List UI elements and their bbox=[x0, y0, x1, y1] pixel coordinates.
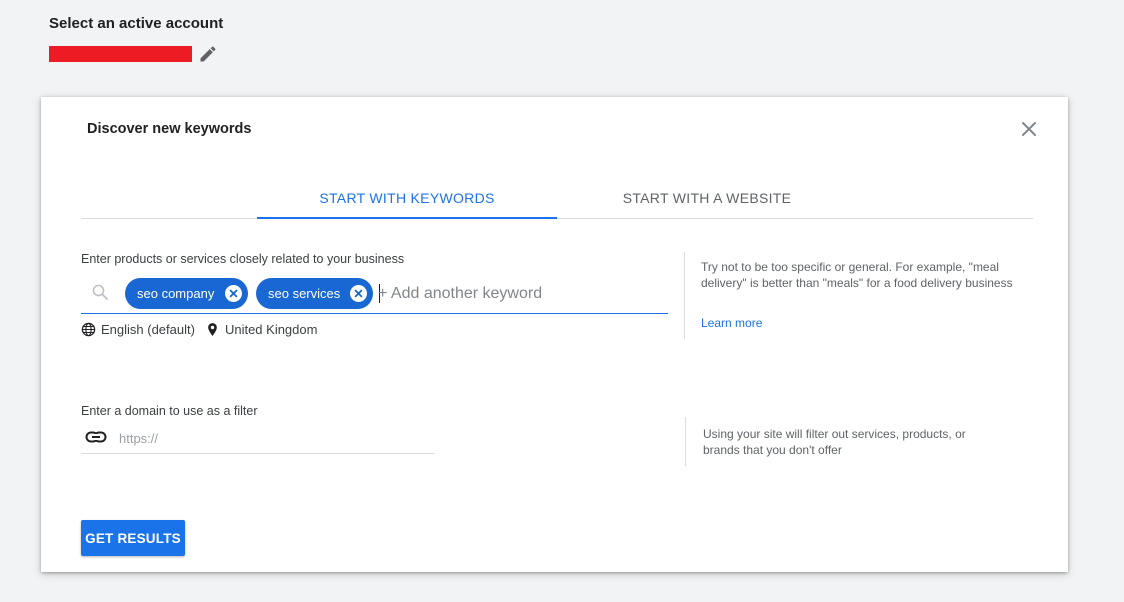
search-icon bbox=[91, 283, 109, 301]
tab-start-with-website[interactable]: START WITH A WEBSITE bbox=[557, 177, 857, 218]
globe-icon bbox=[81, 322, 96, 337]
keyword-chip[interactable]: seo services bbox=[256, 278, 373, 309]
locale-row: English (default) United Kingdom bbox=[81, 322, 317, 337]
keywords-hint: Try not to be too specific or general. F… bbox=[701, 260, 1013, 290]
divider bbox=[684, 252, 685, 339]
keyword-input-field[interactable]: seo company seo services bbox=[81, 275, 668, 314]
account-header: Select an active account bbox=[49, 15, 223, 64]
domain-input-field[interactable] bbox=[81, 425, 435, 454]
language-selector[interactable]: English (default) bbox=[81, 322, 195, 337]
domain-hint: Using your site will filter out services… bbox=[703, 427, 966, 457]
location-pin-icon bbox=[205, 322, 220, 337]
learn-more-link[interactable]: Learn more bbox=[701, 316, 762, 330]
location-selector[interactable]: United Kingdom bbox=[205, 322, 318, 337]
get-results-button[interactable]: GET RESULTS bbox=[81, 520, 185, 556]
tab-start-with-keywords[interactable]: START WITH KEYWORDS bbox=[257, 177, 557, 219]
account-name-redacted[interactable] bbox=[49, 46, 192, 62]
close-icon[interactable] bbox=[1019, 119, 1039, 139]
divider bbox=[685, 417, 686, 466]
add-keyword-input[interactable] bbox=[378, 279, 658, 309]
language-label: English (default) bbox=[101, 322, 195, 337]
domain-input[interactable] bbox=[119, 427, 419, 449]
domain-label: Enter a domain to use as a filter bbox=[81, 404, 258, 418]
keyword-chip-label: seo services bbox=[268, 286, 341, 301]
pencil-icon[interactable] bbox=[198, 44, 218, 64]
location-label: United Kingdom bbox=[224, 322, 318, 337]
account-title: Select an active account bbox=[49, 15, 224, 32]
account-row bbox=[49, 44, 223, 64]
keywords-label: Enter products or services closely relat… bbox=[81, 252, 405, 266]
discover-keywords-dialog: Discover new keywords START WITH KEYWORD… bbox=[41, 97, 1068, 572]
remove-chip-icon[interactable] bbox=[225, 285, 242, 302]
keyword-chip-label: seo company bbox=[137, 286, 215, 301]
remove-chip-icon[interactable] bbox=[350, 285, 367, 302]
link-icon bbox=[85, 429, 107, 445]
tab-bar: START WITH KEYWORDS START WITH A WEBSITE bbox=[81, 177, 1033, 219]
dialog-title: Discover new keywords bbox=[87, 121, 252, 137]
keyword-chip[interactable]: seo company bbox=[125, 278, 248, 309]
